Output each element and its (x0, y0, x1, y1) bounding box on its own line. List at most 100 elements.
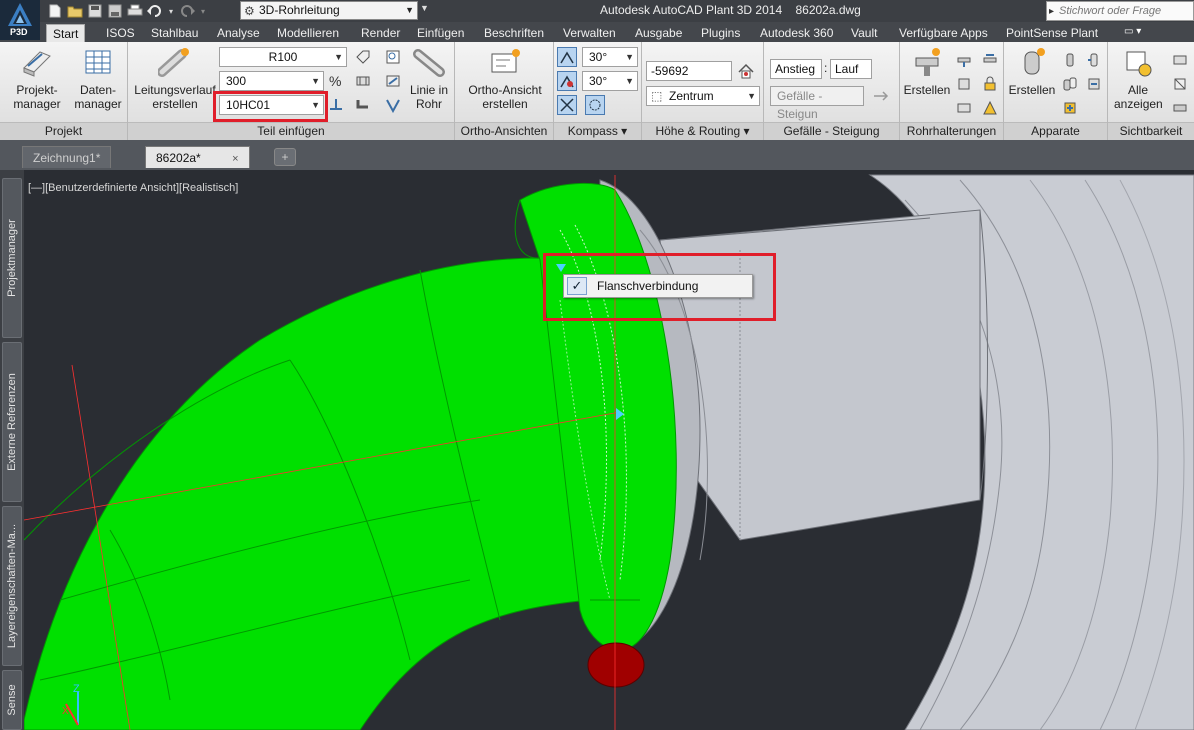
service-select[interactable]: 10HC01 ▼ (219, 95, 324, 115)
linie-in-rohr-button[interactable]: Linie in Rohr (404, 46, 454, 111)
compass-axis-icon[interactable] (557, 95, 577, 115)
gefaelle-steigung-button[interactable]: Gefälle - Steigun (770, 86, 864, 121)
tab-einfuegen[interactable]: Einfügen (411, 24, 470, 42)
tab-ausgabe[interactable]: Ausgabe (629, 24, 688, 42)
tab-stahlbau[interactable]: Stahlbau (145, 24, 204, 42)
equipment-copy-icon[interactable] (1060, 74, 1080, 94)
linie-in-rohr-label: Linie in Rohr (409, 83, 449, 111)
apparat-erstellen-button[interactable]: Erstellen (1006, 46, 1058, 97)
support-warning-icon[interactable] (980, 98, 1000, 118)
panel-title-hoehe[interactable]: Höhe & Routing ▾ (642, 122, 763, 140)
close-icon[interactable]: × (232, 153, 238, 165)
tab-autodesk-360[interactable]: Autodesk 360 (754, 24, 839, 42)
doc-tab-zeichnung1[interactable]: Zeichnung1* (22, 146, 112, 168)
projektmanager-label: Projekt- manager (13, 83, 61, 111)
palette-tab-projektmanager[interactable]: Projektmanager (2, 178, 22, 338)
tab-beschriften[interactable]: Beschriften (478, 24, 550, 42)
elbow-icon[interactable] (353, 95, 373, 115)
spec-select[interactable]: R100 ▼ (219, 47, 347, 67)
datenmanager-button[interactable]: Daten- manager (70, 46, 126, 111)
new-tab-button[interactable]: + (274, 148, 296, 166)
help-search-input[interactable]: ▸ Stichwort oder Frage eingeben (1046, 1, 1194, 35)
workspace-select[interactable]: ⚙ 3D-Rohrleitung ▼ (240, 1, 418, 20)
percent-slope-icon[interactable]: % (326, 71, 346, 91)
compass-toggle-icon[interactable] (557, 47, 577, 67)
doc-tab-86202a[interactable]: 86202a* × (145, 146, 250, 168)
slope-arrow-icon[interactable] (872, 86, 892, 106)
support-attach-icon[interactable] (954, 98, 974, 118)
leitungsverlauf-erstellen-button[interactable]: Leitungsverlauf erstellen (132, 46, 218, 111)
tab-verfuegbare-apps[interactable]: Verfügbare Apps (893, 24, 994, 42)
open-folder-icon[interactable] (66, 2, 84, 20)
insert-fitting-icon[interactable] (326, 95, 346, 115)
support-move-icon[interactable] (954, 74, 974, 94)
tab-analyse[interactable]: Analyse (211, 24, 266, 42)
support-edit-icon[interactable] (980, 50, 1000, 70)
substitute-icon[interactable] (383, 71, 403, 91)
model-scene: Z X (24, 170, 1194, 730)
size-select[interactable]: 300 ▼ (219, 71, 324, 91)
projektmanager-button[interactable]: Projekt- manager (8, 46, 66, 111)
visibility-hide-icon[interactable] (1170, 50, 1190, 70)
elevation-home-icon[interactable] (736, 61, 756, 81)
elevation-input[interactable]: -59692 (646, 61, 732, 81)
palette-tab-externe-referenzen[interactable]: Externe Referenzen (2, 342, 22, 502)
chevron-down-icon: ▼ (334, 52, 343, 62)
viewport-controls-label[interactable]: [—][Benutzerdefinierte Ansicht][Realisti… (28, 182, 238, 194)
support-lock-icon[interactable] (980, 74, 1000, 94)
undo-icon[interactable] (146, 2, 164, 20)
svg-text:Z: Z (73, 683, 80, 695)
tab-modellieren[interactable]: Modellieren (271, 24, 345, 42)
new-file-icon[interactable] (46, 2, 64, 20)
halterung-erstellen-button[interactable]: Erstellen (902, 46, 952, 97)
equipment-attach-icon[interactable] (1060, 98, 1080, 118)
drawing-viewport[interactable]: Z X (24, 170, 1194, 730)
visibility-isolate-icon[interactable] (1170, 74, 1190, 94)
ribbon-tab-bar: Start ISOS Stahlbau Analyse Modellieren … (0, 22, 1194, 42)
redo-dropdown-icon[interactable]: ▾ (198, 2, 208, 20)
palette-tab-layereigenschaften[interactable]: Layereigenschaften-Ma... (2, 506, 22, 666)
tab-pointsense-plant[interactable]: PointSense Plant (1000, 24, 1104, 42)
slope-icon[interactable] (383, 95, 403, 115)
connector-icon[interactable] (353, 71, 373, 91)
gefaelle-button-label: Gefälle - Steigun (777, 89, 823, 121)
save-icon[interactable] (86, 2, 104, 20)
palette-tab-sense[interactable]: Sense (2, 670, 22, 730)
undo-dropdown-icon[interactable]: ▾ (166, 2, 176, 20)
angle-select-2[interactable]: 30° ▼ (582, 71, 638, 91)
panel-title-kompass[interactable]: Kompass ▾ (554, 122, 641, 140)
side-palette-bar: Projektmanager Externe Referenzen Layere… (0, 170, 24, 730)
anstieg-input[interactable]: Anstieg (770, 59, 822, 79)
tag-icon[interactable] (353, 47, 373, 67)
tab-start[interactable]: Start (46, 24, 86, 42)
redo-icon[interactable] (178, 2, 196, 20)
ortho-ansicht-erstellen-button[interactable]: Ortho-Ansicht erstellen (459, 46, 551, 111)
flanschverbindung-option[interactable]: Flanschverbindung (597, 279, 698, 293)
visibility-toggle-icon[interactable] (1170, 98, 1190, 118)
alle-anzeigen-button[interactable]: Alle anzeigen (1114, 46, 1163, 111)
datenmanager-label: Daten- manager (74, 83, 122, 111)
tab-isos[interactable]: ISOS (100, 24, 141, 42)
compass-snap-icon[interactable] (557, 71, 577, 91)
equipment-convert-icon[interactable] (1084, 74, 1104, 94)
palette-tab-label: Projektmanager (6, 219, 18, 297)
justify-select[interactable]: ⬚ Zentrum ▼ (646, 86, 760, 106)
support-add-icon[interactable] (954, 50, 974, 70)
checkmark-icon[interactable]: ✓ (567, 277, 587, 295)
application-menu-button[interactable]: P3D (0, 0, 40, 40)
tab-render[interactable]: Render (355, 24, 406, 42)
compass-circle-icon[interactable] (585, 95, 605, 115)
equipment-nozzle-icon[interactable] (1060, 50, 1080, 70)
lauf-input[interactable]: Lauf (830, 59, 872, 79)
tab-plugins[interactable]: Plugins (695, 24, 746, 42)
ribbon-minimize-icon[interactable]: ▭ ▾ (1124, 26, 1150, 40)
angle-select-1[interactable]: 30° ▼ (582, 47, 638, 67)
tab-vault[interactable]: Vault (845, 24, 883, 42)
print-icon[interactable] (126, 2, 144, 20)
tab-verwalten[interactable]: Verwalten (557, 24, 622, 42)
panel-gefaelle-steigung: Anstieg : Lauf Gefälle - Steigun Gefälle… (764, 42, 900, 140)
equipment-edit-icon[interactable] (1084, 50, 1104, 70)
properties-icon[interactable] (383, 47, 403, 67)
save-as-icon[interactable] (106, 2, 124, 20)
qat-customize-icon[interactable]: ▼ (420, 3, 432, 19)
